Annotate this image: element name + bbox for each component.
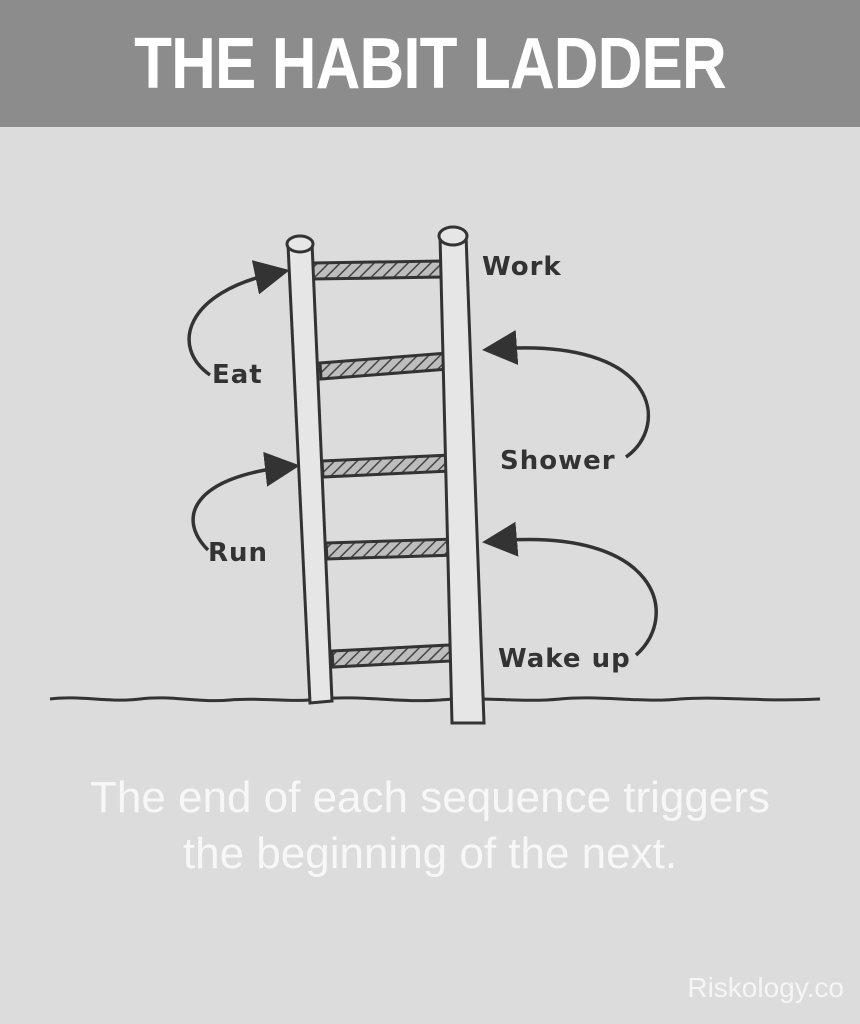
arrow-shower-to-eat <box>482 330 651 459</box>
habit-ladder-diagram: Work Eat Shower Run Wake up <box>49 225 821 725</box>
right-rail-top <box>437 225 469 247</box>
title-banner: THE HABIT LADDER <box>0 0 860 127</box>
label-wake-up: Wake up <box>498 644 631 674</box>
site-credit: Riskology.co <box>687 972 844 1003</box>
rung <box>330 643 453 669</box>
ladder-rungs <box>310 259 458 669</box>
label-work: Work <box>482 252 562 282</box>
rung <box>318 351 451 381</box>
label-shower: Shower <box>500 446 616 476</box>
ground-line <box>49 696 821 703</box>
rung <box>320 453 454 479</box>
label-eat: Eat <box>212 360 263 390</box>
rung <box>324 537 458 561</box>
arrow-wakeup-to-run <box>482 521 658 657</box>
caption: The end of each sequence triggers the be… <box>0 770 860 882</box>
label-run: Run <box>208 538 268 568</box>
caption-line-2: the beginning of the next. <box>182 829 678 878</box>
page-title: THE HABIT LADDER <box>134 23 727 104</box>
left-rail-top <box>285 234 315 254</box>
caption-line-1: The end of each sequence triggers <box>89 773 770 822</box>
rung <box>310 259 445 281</box>
